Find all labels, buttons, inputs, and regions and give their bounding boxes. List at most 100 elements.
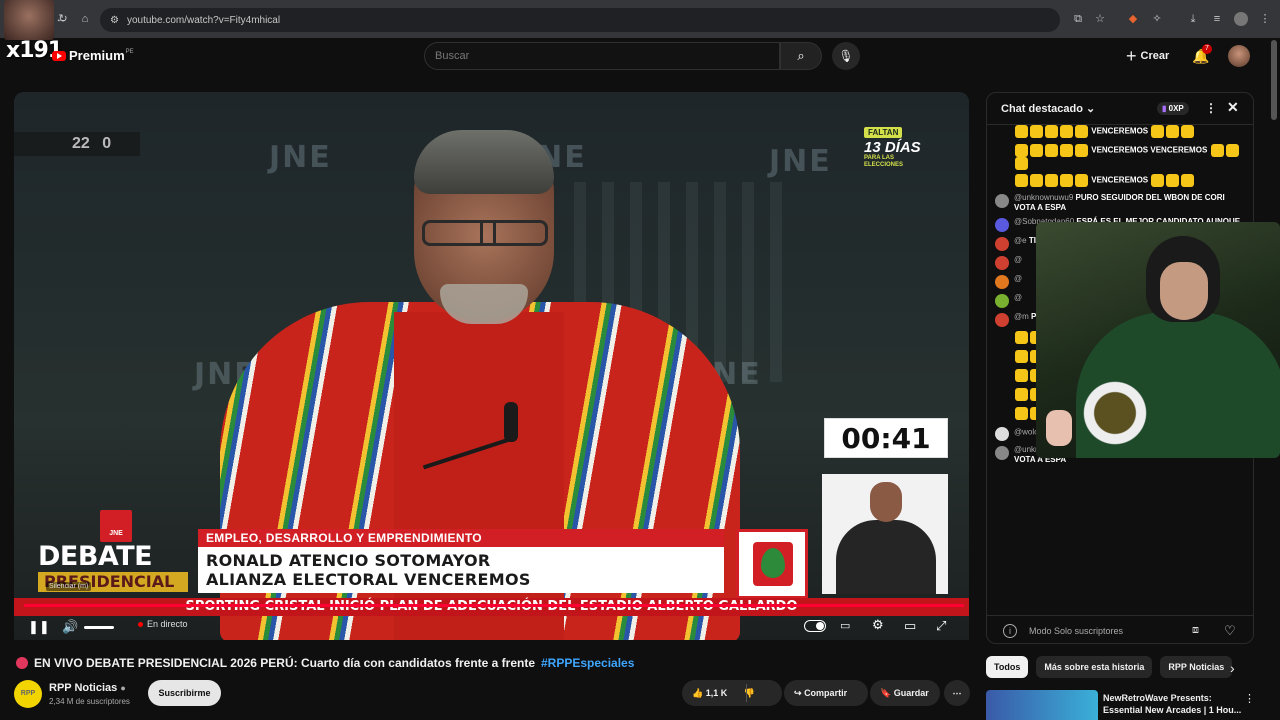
volume-icon[interactable]: 🔊 — [62, 619, 78, 635]
chat-user-avatar[interactable] — [995, 218, 1009, 232]
close-icon[interactable]: ✕ — [1227, 99, 1239, 116]
subscribers-only-label: Modo Solo suscriptores — [1029, 625, 1124, 636]
verified-icon: ● — [120, 683, 126, 693]
download-icon[interactable]: ⤓ — [1186, 12, 1200, 26]
emoji-icon — [1060, 174, 1073, 187]
create-button[interactable]: + Crear — [1126, 47, 1169, 65]
pause-icon[interactable]: ❚❚ — [28, 619, 50, 635]
emoji-icon — [1060, 125, 1073, 138]
site-info-icon[interactable]: ⚙ — [110, 15, 119, 26]
recommended-video-title[interactable]: NewRetroWave Presents: Essential New Arc… — [1103, 692, 1241, 716]
podium-microphone — [504, 402, 518, 442]
theater-mode-icon[interactable]: ▭ — [904, 618, 916, 634]
emoji-icon — [1030, 144, 1043, 157]
chip-more-on-story[interactable]: Más sobre esta historia — [1036, 656, 1153, 678]
recommended-video-thumbnail[interactable] — [986, 690, 1098, 720]
chat-user-avatar[interactable] — [995, 194, 1009, 208]
emoji-icon — [1015, 174, 1028, 187]
search-icon: ⌕ — [797, 48, 805, 63]
page-scrollbar[interactable] — [1271, 40, 1277, 120]
chat-text: VENCEREMOS — [1091, 175, 1149, 185]
jne-watermark: JNE — [269, 140, 332, 175]
chip-all[interactable]: Todos — [986, 656, 1029, 678]
speech-timer: 00:41 — [824, 418, 948, 458]
search-button[interactable]: ⌕ — [780, 42, 822, 70]
bookmark-star-icon[interactable]: ☆ — [1093, 12, 1107, 26]
emoji-icon — [1045, 174, 1058, 187]
news-ticker: SPORTING CRISTAL INICIÓ PLAN DE ADECUACI… — [14, 598, 969, 616]
figurine — [1046, 410, 1072, 446]
chat-text: TI — [1028, 236, 1036, 245]
chat-user-avatar[interactable] — [995, 294, 1009, 308]
volume-slider[interactable] — [84, 626, 114, 629]
chat-username[interactable]: @m — [1014, 312, 1029, 321]
emoji-icon — [1045, 125, 1058, 138]
autoplay-toggle[interactable] — [804, 620, 826, 632]
settings-gear-icon[interactable]: ⚙ — [872, 617, 884, 633]
mic-icon: 🎙 — [838, 49, 854, 63]
chip-channel[interactable]: RPP Noticias — [1160, 656, 1233, 678]
user-avatar[interactable] — [1228, 45, 1250, 67]
youtube-logo[interactable]: Premium PE — [52, 48, 134, 63]
chevron-right-icon[interactable]: › — [1230, 660, 1235, 676]
address-bar[interactable]: ⚙ youtube.com/watch?v=Fity4mhical — [100, 8, 1060, 32]
chat-message: VENCEREMOS — [995, 125, 1247, 140]
chat-username[interactable]: @ — [1014, 255, 1022, 264]
chat-message-body: VENCEREMOS — [1014, 125, 1195, 140]
chat-username[interactable]: @ — [1014, 274, 1022, 283]
search-input[interactable]: Buscar — [424, 42, 780, 70]
party-logo-leaf — [761, 548, 785, 578]
hashtag-link[interactable]: #RPPEspeciales — [541, 656, 634, 670]
more-actions-button[interactable]: ⋯ — [944, 680, 970, 706]
share-icon: ↪ — [794, 688, 802, 698]
jne-logo-badge: JNE — [100, 510, 132, 542]
chat-mode-dropdown[interactable]: Chat destacado ⌄ — [1001, 102, 1095, 115]
more-icon: ⋯ — [952, 688, 962, 698]
chat-username[interactable]: @ — [1014, 293, 1022, 302]
emoji-picker-icon[interactable]: ⧈ — [1192, 624, 1199, 637]
chat-menu-icon[interactable]: ⋮ — [1205, 101, 1217, 115]
emoji-icon — [1075, 174, 1088, 187]
plus-icon: + — [1126, 46, 1137, 66]
chat-user-avatar[interactable] — [995, 427, 1009, 441]
install-icon[interactable]: ⧉ — [1071, 12, 1085, 26]
live-indicator[interactable]: En directo — [138, 619, 188, 629]
heart-icon[interactable]: ♡ — [1224, 623, 1236, 639]
extension-icon[interactable]: ◆ — [1126, 12, 1140, 26]
chat-user-avatar[interactable] — [995, 256, 1009, 270]
chat-username[interactable]: @e — [1014, 236, 1027, 245]
emoji-icon — [1166, 125, 1180, 138]
browser-profile-icon[interactable] — [1234, 12, 1248, 26]
chat-text: VENCEREMOS — [1091, 126, 1149, 136]
chat-user-avatar[interactable] — [995, 313, 1009, 327]
recommended-menu-icon[interactable]: ⋮ — [1244, 692, 1255, 705]
chat-user-avatar[interactable] — [995, 275, 1009, 289]
chat-user-avatar[interactable] — [995, 237, 1009, 251]
media-icon[interactable]: ≡ — [1210, 12, 1224, 26]
channel-avatar[interactable]: RPP — [14, 680, 42, 708]
progress-bar[interactable] — [24, 604, 964, 607]
video-player[interactable]: JNE JNE JNE JNE JNE 22 0 FALTAN 13 DÍAS … — [14, 92, 969, 640]
like-button[interactable]: 👍 1,1 K 👎 — [682, 680, 782, 706]
video-title-text: EN VIVO DEBATE PRESIDENCIAL 2026 PERÚ: C… — [34, 656, 535, 670]
info-icon[interactable]: i — [1003, 624, 1017, 638]
save-button[interactable]: 🔖 Guardar — [870, 680, 940, 706]
emoji-icon — [1075, 125, 1088, 138]
reload-icon[interactable]: ↻ — [56, 12, 70, 26]
xp-badge[interactable]: ▮ 0XP — [1157, 102, 1189, 115]
channel-name[interactable]: RPP Noticias ● — [49, 682, 126, 694]
subtitles-icon[interactable]: ▭ — [840, 619, 850, 632]
browser-menu-icon[interactable]: ⋮ — [1258, 12, 1272, 26]
voice-search-button[interactable]: 🎙 — [832, 42, 860, 70]
chat-username[interactable]: @unknownuwu9 — [1014, 193, 1073, 202]
share-button[interactable]: ↪ Compartir — [784, 680, 868, 706]
fullscreen-icon[interactable]: ⤢ — [936, 618, 946, 634]
chat-message: VENCEREMOS — [995, 174, 1247, 189]
bookmark-icon: 🔖 — [880, 688, 892, 698]
home-icon[interactable]: ⌂ — [78, 12, 92, 26]
chat-user-avatar[interactable] — [995, 446, 1009, 460]
extensions-puzzle-icon[interactable]: ✧ — [1150, 12, 1164, 26]
related-chips: Todos Más sobre esta historia RPP Notici… — [986, 656, 1233, 680]
like-count: 1,1 K — [705, 688, 728, 698]
subscribe-button[interactable]: Suscribirme — [148, 680, 221, 706]
